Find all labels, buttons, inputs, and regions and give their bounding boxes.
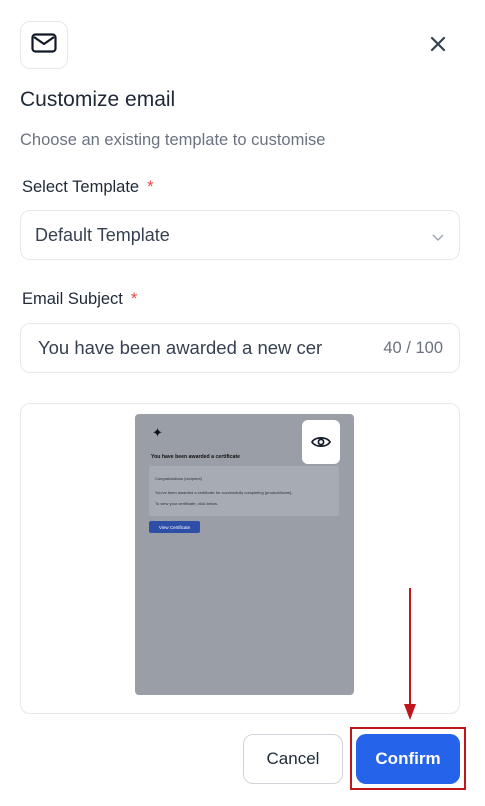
preview-line: You've been awarded a certificate for su… <box>155 490 293 495</box>
chevron-down-icon <box>431 228 445 249</box>
template-select-value: Default Template <box>35 224 170 245</box>
preview-line: Congratulations {recipient} <box>155 476 202 481</box>
select-template-label-text: Select Template <box>22 178 140 196</box>
dialog-title: Customize email <box>20 88 176 111</box>
required-mark: * <box>130 290 138 308</box>
close-icon[interactable] <box>424 30 452 58</box>
email-subject-value: You have been awarded a new cer <box>38 337 323 358</box>
eye-icon[interactable] <box>302 420 340 464</box>
required-mark: * <box>147 178 154 196</box>
email-subject-input[interactable]: You have been awarded a new cer 40 / 100 <box>20 323 460 373</box>
view-certificate-button: View Certificate <box>149 521 200 533</box>
annotation-arrow <box>404 588 416 720</box>
confirm-button[interactable]: Confirm <box>356 734 460 784</box>
email-subject-label: Email Subject * <box>22 290 137 309</box>
sparkle-icon: ✦ <box>152 425 163 440</box>
select-template-label: Select Template * <box>22 178 154 197</box>
dialog-subtitle: Choose an existing template to customise <box>20 131 326 149</box>
cancel-button[interactable]: Cancel <box>243 734 343 784</box>
preview-line: To view your certificate, click below. <box>155 501 218 506</box>
mail-icon-container <box>20 21 68 69</box>
mail-icon <box>31 32 57 58</box>
template-select[interactable]: Default Template <box>20 210 460 260</box>
character-counter: 40 / 100 <box>383 338 443 357</box>
preview-heading: You have been awarded a certificate <box>151 454 240 460</box>
email-subject-label-text: Email Subject <box>22 290 123 308</box>
